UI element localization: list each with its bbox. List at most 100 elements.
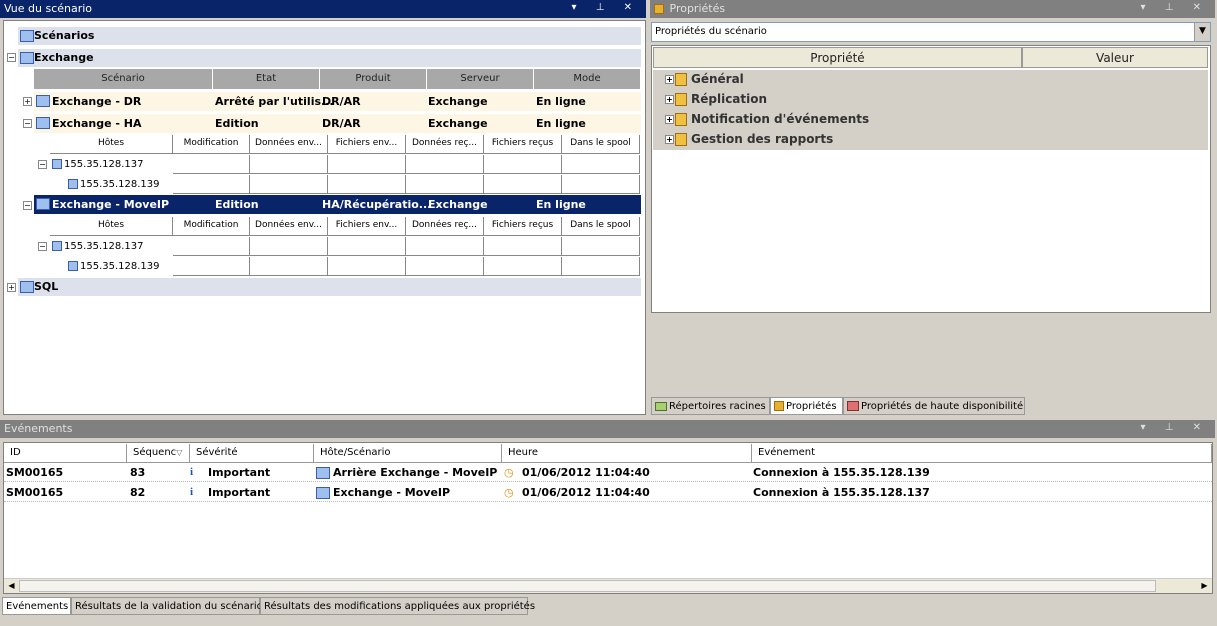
host-cell: [484, 175, 562, 194]
col-server[interactable]: Serveur: [427, 69, 534, 89]
host-cell: [562, 257, 640, 276]
host-row[interactable]: 155.35.128.137: [52, 241, 144, 252]
host-cell: [562, 155, 640, 174]
sort-desc-icon: ▽: [176, 448, 183, 457]
scroll-left-icon[interactable]: ◀: [4, 579, 19, 593]
properties-titlebar: Propriétés ▾ ⊥ ✕: [650, 0, 1215, 18]
host-col-header[interactable]: Données env...: [250, 217, 328, 236]
collapse-icon[interactable]: −: [23, 119, 32, 128]
tab-ha-properties[interactable]: Propriétés de haute disponibilité: [843, 397, 1025, 415]
host-cell: [484, 237, 562, 256]
computer-icon: [36, 117, 50, 129]
host-col-header[interactable]: Fichiers reçus: [484, 217, 562, 236]
expand-icon[interactable]: +: [7, 283, 16, 292]
properties-title: Propriétés: [669, 2, 726, 15]
expand-icon[interactable]: +: [665, 135, 674, 144]
host-col-header[interactable]: Fichiers env...: [328, 217, 406, 236]
collapse-icon[interactable]: −: [38, 242, 47, 251]
host-cell: [484, 155, 562, 174]
tree-root-scenarios[interactable]: Scénarios: [18, 27, 641, 45]
event-row[interactable]: SM00165 82 i Important Exchange - MoveIP…: [4, 483, 1212, 502]
tab-property-changes[interactable]: Résultats des modifications appliquées a…: [260, 597, 535, 615]
host-col-header[interactable]: Données reç...: [406, 135, 484, 154]
host-cell: [562, 237, 640, 256]
computer-icon: [36, 198, 50, 210]
panel-controls[interactable]: ▾ ⊥ ✕: [1141, 422, 1209, 433]
host-cell: [250, 155, 328, 174]
host-cell: [406, 257, 484, 276]
chevron-down-icon[interactable]: ▼: [1194, 23, 1210, 41]
master-host-icon: [52, 159, 62, 169]
events-titlebar: Evénements ▾ ⊥ ✕: [0, 420, 1215, 438]
property-group-icon: [675, 93, 687, 106]
property-group[interactable]: + Gestion des rapports: [653, 130, 1208, 150]
col-state[interactable]: Etat: [213, 69, 320, 89]
col-scenario[interactable]: Scénario: [34, 69, 213, 89]
properties-description: [651, 313, 1211, 396]
event-row[interactable]: SM00165 83 i Important Arrière Exchange …: [4, 463, 1212, 482]
scroll-right-icon[interactable]: ▶: [1197, 579, 1212, 593]
expand-icon[interactable]: +: [23, 97, 32, 106]
horizontal-scrollbar[interactable]: ◀ ▶: [4, 578, 1212, 593]
host-cell: [484, 257, 562, 276]
host-row[interactable]: 155.35.128.137: [52, 159, 144, 170]
host-col-header[interactable]: Dans le spool: [562, 217, 640, 236]
collapse-icon[interactable]: −: [38, 160, 47, 169]
tab-events[interactable]: Evénements: [2, 597, 71, 615]
col-severity[interactable]: Sévérité: [190, 444, 314, 463]
host-col-header[interactable]: Modification: [173, 217, 250, 236]
col-id[interactable]: ID: [4, 444, 127, 463]
property-group-icon: [675, 113, 687, 126]
property-group[interactable]: + Notification d'événements: [653, 110, 1208, 130]
property-group[interactable]: + Général: [653, 70, 1208, 90]
tab-root-dirs[interactable]: Répertoires racines: [651, 397, 770, 415]
host-row[interactable]: 155.35.128.139: [68, 261, 160, 272]
computer-icon: [316, 467, 330, 479]
host-col-header[interactable]: Hôtes: [50, 135, 173, 154]
host-col-header[interactable]: Hôtes: [50, 217, 173, 236]
master-host-icon: [52, 241, 62, 251]
host-cell: [250, 175, 328, 194]
property-group[interactable]: + Réplication: [653, 90, 1208, 110]
scenario-view-title: Vue du scénario: [4, 2, 93, 15]
host-cell: [406, 175, 484, 194]
col-property[interactable]: Propriété: [653, 47, 1022, 68]
host-col-header[interactable]: Données reç...: [406, 217, 484, 236]
tab-properties[interactable]: Propriétés: [770, 397, 843, 415]
tree-group-sql[interactable]: SQL: [18, 278, 641, 296]
scenario-row[interactable]: Exchange - DR Arrêté par l'utilis... DR/…: [34, 92, 641, 111]
scenario-row-selected[interactable]: Exchange - MoveIP Edition HA/Récupératio…: [34, 195, 641, 214]
properties-dropdown[interactable]: Propriétés du scénario ▼: [651, 22, 1211, 42]
host-cell: [173, 155, 250, 174]
col-host-scenario[interactable]: Hôte/Scénario: [314, 444, 502, 463]
collapse-icon[interactable]: −: [23, 201, 32, 210]
col-time[interactable]: Heure: [502, 444, 752, 463]
col-sequence[interactable]: Séquenc▽: [127, 444, 190, 463]
scenario-row[interactable]: Exchange - HA Edition DR/AR Exchange En …: [34, 114, 641, 133]
computer-icon: [316, 487, 330, 499]
scrollbar-thumb[interactable]: [19, 580, 1156, 592]
host-col-header[interactable]: Fichiers reçus: [484, 135, 562, 154]
tree-group-exchange[interactable]: Exchange: [18, 49, 641, 67]
host-cell: [328, 175, 406, 194]
panel-controls[interactable]: ▾ ⊥ ✕: [572, 2, 640, 13]
expand-icon[interactable]: +: [665, 115, 674, 124]
host-col-header[interactable]: Dans le spool: [562, 135, 640, 154]
clock-icon: ◷: [504, 466, 514, 479]
computer-icon: [36, 95, 50, 107]
col-mode[interactable]: Mode: [534, 69, 641, 89]
host-col-header[interactable]: Fichiers env...: [328, 135, 406, 154]
host-col-header[interactable]: Modification: [173, 135, 250, 154]
expand-icon[interactable]: +: [665, 75, 674, 84]
col-product[interactable]: Produit: [320, 69, 427, 89]
col-event[interactable]: Evénement: [752, 444, 1212, 463]
expand-icon[interactable]: +: [665, 95, 674, 104]
host-cell: [250, 257, 328, 276]
host-row[interactable]: 155.35.128.139: [68, 179, 160, 190]
panel-controls[interactable]: ▾ ⊥ ✕: [1141, 2, 1209, 13]
col-value[interactable]: Valeur: [1022, 47, 1208, 68]
collapse-icon[interactable]: −: [7, 53, 16, 62]
tab-validation-results[interactable]: Résultats de la validation du scénario: [71, 597, 263, 615]
host-col-header[interactable]: Données env...: [250, 135, 328, 154]
host-cell: [328, 155, 406, 174]
